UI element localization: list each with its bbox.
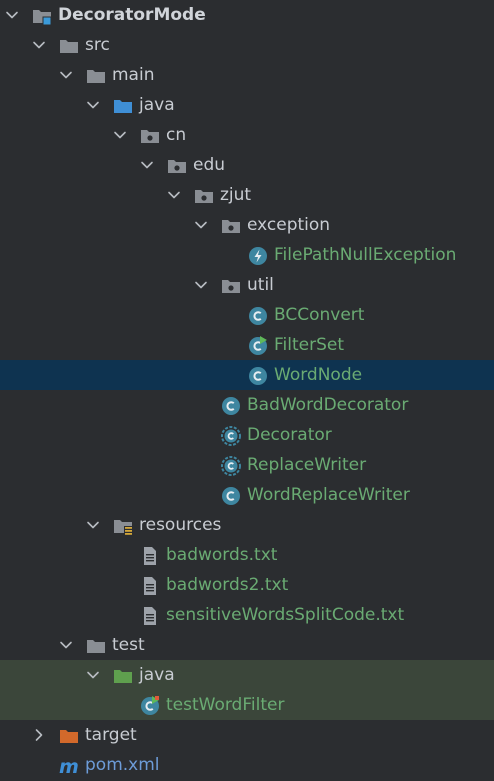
source-root-folder-icon bbox=[113, 96, 133, 116]
tree-item-label: exception bbox=[247, 215, 331, 235]
chevron-down-icon[interactable] bbox=[139, 157, 155, 173]
chevron-down-icon[interactable] bbox=[4, 7, 20, 23]
tree-item-label: edu bbox=[193, 155, 226, 175]
package-icon bbox=[140, 126, 160, 146]
tree-row[interactable]: FilePathNullException bbox=[0, 240, 494, 270]
tree-item-label: WordReplaceWriter bbox=[247, 485, 410, 505]
chevron-down-icon[interactable] bbox=[85, 517, 101, 533]
tree-item-label: java bbox=[139, 95, 175, 115]
package-icon bbox=[167, 156, 187, 176]
tree-row[interactable]: cn bbox=[0, 120, 494, 150]
resources-folder-icon bbox=[113, 516, 133, 536]
tree-row[interactable]: util bbox=[0, 270, 494, 300]
folder-icon bbox=[59, 36, 79, 56]
tree-item-label: FilePathNullException bbox=[274, 245, 457, 265]
class-icon bbox=[221, 486, 241, 506]
svg-text:m: m bbox=[59, 756, 79, 776]
tree-row[interactable]: edu bbox=[0, 150, 494, 180]
tree-item-label: java bbox=[139, 665, 175, 685]
tree-item-label: target bbox=[85, 725, 137, 745]
tree-item-label: BadWordDecorator bbox=[247, 395, 409, 415]
text-file-icon bbox=[140, 606, 160, 626]
abstract-class-icon bbox=[221, 456, 241, 476]
tree-row[interactable]: java bbox=[0, 660, 494, 690]
tree-item-label: main bbox=[112, 65, 155, 85]
tree-row[interactable]: resources bbox=[0, 510, 494, 540]
chevron-down-icon[interactable] bbox=[58, 637, 74, 653]
chevron-down-icon[interactable] bbox=[31, 37, 47, 53]
tree-item-label: BCConvert bbox=[274, 305, 365, 325]
tree-item-label: FilterSet bbox=[274, 335, 345, 355]
tree-item-label: testWordFilter bbox=[166, 695, 285, 715]
test-root-folder-icon bbox=[113, 666, 133, 686]
tree-item-label: src bbox=[85, 35, 110, 55]
abstract-class-icon bbox=[221, 426, 241, 446]
tree-row[interactable]: WordNode bbox=[0, 360, 494, 390]
tree-item-label: cn bbox=[166, 125, 187, 145]
exception-class-icon bbox=[248, 246, 268, 266]
tree-row[interactable]: test bbox=[0, 630, 494, 660]
tree-row[interactable]: WordReplaceWriter bbox=[0, 480, 494, 510]
tree-row[interactable]: DecoratorMode bbox=[0, 0, 494, 30]
chevron-down-icon[interactable] bbox=[58, 67, 74, 83]
text-file-icon bbox=[140, 546, 160, 566]
class-runnable-icon bbox=[248, 336, 268, 356]
chevron-down-icon[interactable] bbox=[85, 667, 101, 683]
tree-row[interactable]: BCConvert bbox=[0, 300, 494, 330]
tree-row[interactable]: main bbox=[0, 60, 494, 90]
maven-icon: m bbox=[59, 756, 79, 778]
chevron-down-icon[interactable] bbox=[85, 97, 101, 113]
chevron-down-icon[interactable] bbox=[193, 217, 209, 233]
tree-row[interactable]: java bbox=[0, 90, 494, 120]
module-folder-icon bbox=[32, 6, 52, 26]
tree-item-label: WordNode bbox=[274, 365, 363, 385]
tree-row[interactable]: zjut bbox=[0, 180, 494, 210]
tree-row[interactable]: badwords2.txt bbox=[0, 570, 494, 600]
chevron-down-icon[interactable] bbox=[112, 127, 128, 143]
tree-row[interactable]: FilterSet bbox=[0, 330, 494, 360]
chevron-right-icon[interactable] bbox=[31, 727, 47, 743]
tree-row[interactable]: ReplaceWriter bbox=[0, 450, 494, 480]
tree-row[interactable]: Decorator bbox=[0, 420, 494, 450]
tree-row[interactable]: sensitiveWordsSplitCode.txt bbox=[0, 600, 494, 630]
tree-row[interactable]: badwords.txt bbox=[0, 540, 494, 570]
excluded-folder-icon bbox=[59, 726, 79, 746]
tree-item-label: badwords.txt bbox=[166, 545, 278, 565]
chevron-down-icon[interactable] bbox=[193, 277, 209, 293]
tree-row[interactable]: src bbox=[0, 30, 494, 60]
package-icon bbox=[194, 186, 214, 206]
package-icon bbox=[221, 276, 241, 296]
tree-item-label: resources bbox=[139, 515, 222, 535]
tree-row[interactable]: BadWordDecorator bbox=[0, 390, 494, 420]
package-icon bbox=[221, 216, 241, 236]
tree-item-label: ReplaceWriter bbox=[247, 455, 367, 475]
class-icon bbox=[248, 366, 268, 386]
class-icon bbox=[221, 396, 241, 416]
tree-row[interactable]: target bbox=[0, 720, 494, 750]
folder-icon bbox=[86, 66, 106, 86]
text-file-icon bbox=[140, 576, 160, 596]
project-tree: DecoratorMode src main java cn edu zjut excepti… bbox=[0, 0, 494, 780]
tree-item-label: DecoratorMode bbox=[58, 5, 206, 25]
tree-item-label: test bbox=[112, 635, 145, 655]
tree-item-label: sensitiveWordsSplitCode.txt bbox=[166, 605, 405, 625]
tree-item-label: zjut bbox=[220, 185, 252, 205]
tree-item-label: util bbox=[247, 275, 274, 295]
class-icon bbox=[248, 306, 268, 326]
tree-item-label: pom.xml bbox=[85, 755, 160, 775]
test-class-icon bbox=[140, 696, 160, 716]
folder-icon bbox=[86, 636, 106, 656]
tree-row[interactable]: testWordFilter bbox=[0, 690, 494, 720]
tree-item-label: badwords2.txt bbox=[166, 575, 289, 595]
tree-item-label: Decorator bbox=[247, 425, 332, 445]
chevron-down-icon[interactable] bbox=[166, 187, 182, 203]
tree-row[interactable]: exception bbox=[0, 210, 494, 240]
tree-row[interactable]: m pom.xml bbox=[0, 750, 494, 780]
